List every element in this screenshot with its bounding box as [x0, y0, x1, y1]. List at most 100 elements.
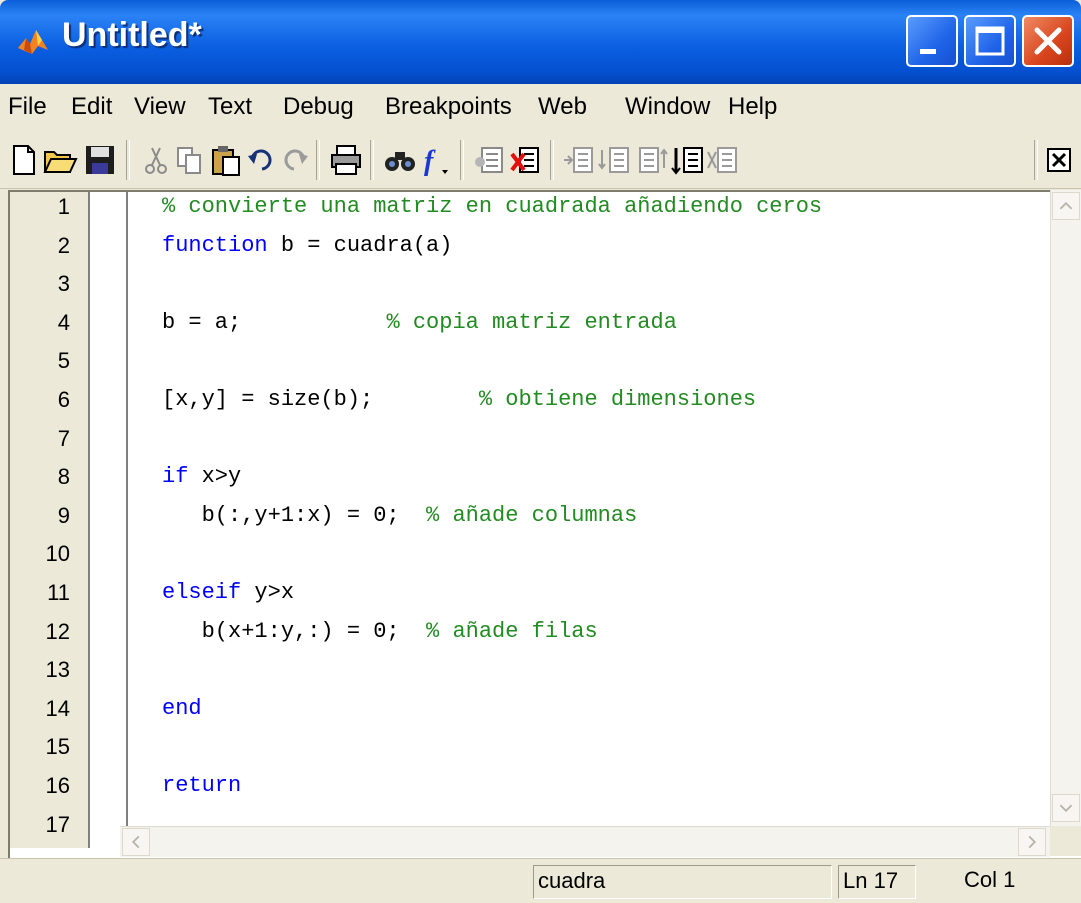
toolbar-separator [1034, 140, 1038, 180]
close-icon [1034, 27, 1062, 55]
editor-window: Untitled* File Edit View Text Debug Brea… [0, 0, 1081, 903]
line-number: 12 [45, 618, 70, 644]
close-button[interactable] [1022, 15, 1074, 67]
line-number: 15 [45, 734, 70, 760]
chevron-up-icon [1059, 201, 1073, 210]
code-line[interactable]: if x>y [162, 464, 241, 489]
open-folder-icon[interactable] [42, 142, 78, 178]
menu-debug[interactable]: Debug [283, 93, 354, 121]
menu-breakpoints[interactable]: Breakpoints [385, 93, 512, 121]
window-title: Untitled* [62, 16, 202, 54]
code-line[interactable]: [x,y] = size(b); % obtiene dimensiones [162, 387, 756, 412]
breakpoint-column[interactable] [90, 192, 128, 848]
code-text-segment: b = a; [162, 309, 242, 335]
code-line[interactable]: elseif y>x [162, 580, 294, 605]
code-text-segment: b(:,y+1:x) = 0; [162, 502, 400, 528]
line-number: 9 [57, 502, 70, 528]
line-number: 10 [45, 541, 70, 567]
code-keyword: return [162, 773, 242, 798]
matlab-logo-icon [18, 30, 48, 54]
scrollbar-corner [1050, 826, 1081, 856]
toolbar: f [0, 132, 1081, 189]
status-line: Ln 17 [838, 865, 916, 899]
svg-text:f: f [424, 146, 436, 177]
vertical-scrollbar[interactable] [1050, 190, 1081, 826]
toolbar-separator [370, 140, 374, 180]
function-icon[interactable]: f [418, 142, 454, 178]
step-out-icon[interactable] [634, 142, 670, 178]
scroll-up-button[interactable] [1052, 192, 1080, 220]
redo-icon[interactable] [276, 142, 312, 178]
code-comment: % copia matriz entrada [241, 309, 677, 335]
scroll-right-button[interactable] [1018, 828, 1046, 856]
find-icon[interactable] [382, 142, 418, 178]
line-number: 5 [57, 348, 70, 374]
line-number: 2 [57, 232, 70, 258]
continue-icon[interactable] [670, 142, 706, 178]
paste-icon[interactable] [208, 142, 244, 178]
code-keyword: function [162, 232, 268, 258]
menu-edit[interactable]: Edit [71, 93, 112, 121]
line-number: 4 [57, 309, 70, 335]
toolbar-separator [460, 140, 464, 180]
copy-icon[interactable] [172, 142, 208, 178]
chevron-left-icon [131, 835, 140, 849]
line-number: 8 [57, 464, 70, 490]
line-number: 16 [45, 773, 70, 798]
menu-file[interactable]: File [8, 93, 47, 121]
code-text-segment: y>x [241, 580, 295, 605]
code-keyword: end [162, 695, 202, 721]
line-number: 17 [45, 811, 70, 837]
set-breakpoint-icon[interactable] [472, 142, 508, 178]
chevron-right-icon [1028, 835, 1037, 849]
chevron-down-icon [1059, 804, 1073, 813]
status-column: Col 1 [964, 867, 1016, 892]
menu-web[interactable]: Web [538, 93, 587, 121]
menu-help[interactable]: Help [728, 93, 777, 121]
code-keyword: if [162, 464, 189, 490]
line-number: 7 [57, 425, 70, 451]
code-comment: % añade filas [399, 618, 598, 644]
status-bar: cuadra Ln 17 Col 1 [0, 858, 1081, 903]
maximize-icon [975, 26, 1005, 56]
step-in-icon[interactable] [598, 142, 634, 178]
clear-breakpoint-icon[interactable] [508, 142, 544, 178]
code-editor[interactable]: 1 2 3 4 5 6 7 8 9 10 11 12 13 14 15 16 17 % convierte un… [8, 190, 1081, 858]
menu-text[interactable]: Text [208, 93, 252, 121]
print-icon[interactable] [328, 142, 364, 178]
line-number: 14 [45, 695, 70, 721]
undo-icon[interactable] [244, 142, 280, 178]
minimize-button[interactable] [906, 15, 958, 67]
maximize-button[interactable] [964, 15, 1016, 67]
exit-debug-icon[interactable] [706, 142, 742, 178]
code-comment: % añade columnas [399, 502, 638, 528]
line-number: 13 [45, 657, 70, 683]
menu-window[interactable]: Window [625, 93, 710, 121]
save-icon[interactable] [82, 142, 118, 178]
close-editor-icon[interactable] [1044, 145, 1074, 175]
line-number: 1 [57, 194, 70, 219]
step-icon[interactable] [562, 142, 598, 178]
code-line[interactable]: b = a; % copia matriz entrada [162, 310, 677, 335]
code-line[interactable]: % convierte una matriz en cuadrada añadi… [162, 194, 822, 219]
new-file-icon[interactable] [6, 142, 42, 178]
code-text-segment: b = cuadra(a) [267, 232, 453, 258]
code-line[interactable]: return [162, 773, 241, 798]
line-number: 3 [57, 271, 70, 297]
horizontal-scrollbar[interactable] [120, 826, 1050, 857]
menu-view[interactable]: View [134, 93, 186, 121]
scroll-down-button[interactable] [1052, 794, 1080, 822]
toolbar-separator [550, 140, 554, 180]
title-bar[interactable]: Untitled* [0, 0, 1081, 84]
code-line[interactable]: function b = cuadra(a) [162, 233, 452, 258]
code-line[interactable]: b(:,y+1:x) = 0; % añade columnas [162, 502, 638, 528]
code-text-segment: [x,y] = size(b); [162, 387, 374, 412]
code-line[interactable]: b(x+1:y,:) = 0; % añade filas [162, 619, 598, 644]
scroll-left-button[interactable] [122, 828, 150, 856]
code-line[interactable]: end [162, 696, 202, 721]
cut-icon[interactable] [138, 142, 174, 178]
line-number: 6 [57, 387, 70, 412]
toolbar-separator [316, 140, 320, 180]
code-keyword: elseif [162, 580, 242, 605]
code-text-segment: x>y [188, 464, 242, 490]
